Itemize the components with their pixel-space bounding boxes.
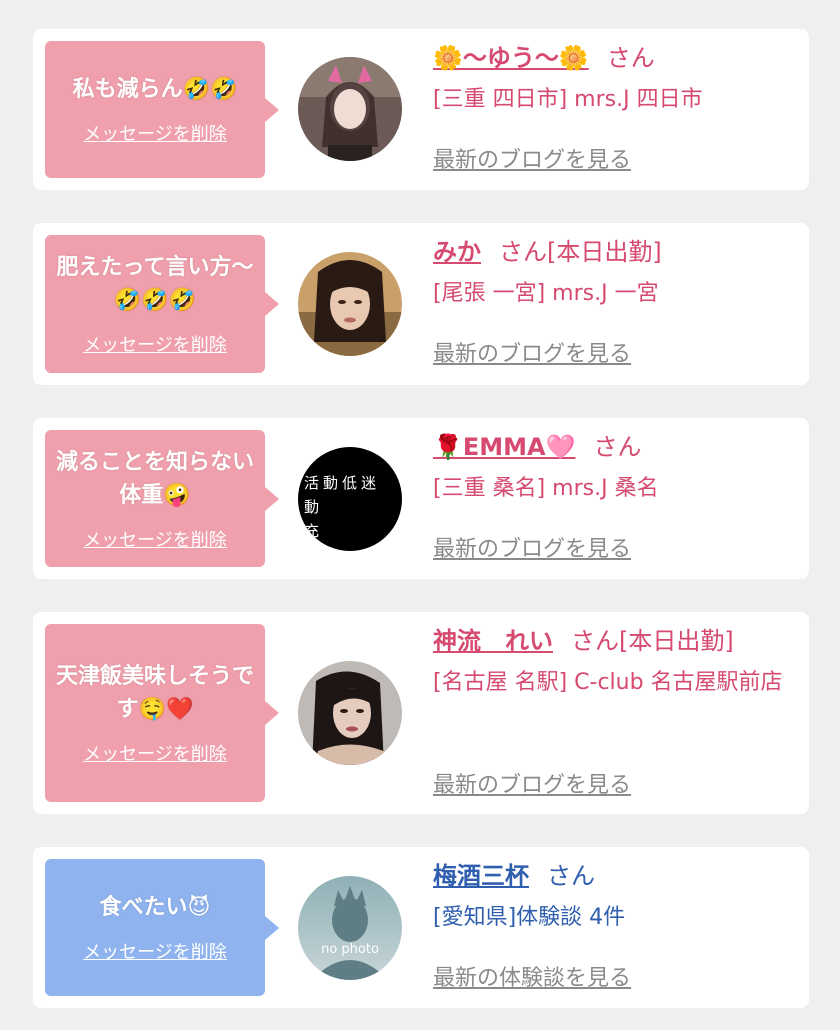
message-card: 肥えたって言い方〜🤣🤣🤣 メッセージを削除 みか さん[本日出勤] [尾張 一宮]… [33,223,809,385]
member-area: [三重 桑名] mrs.J 桑名 [433,476,659,501]
member-name-link[interactable]: 🌹EMMA🩷 [433,433,576,461]
message-bubble: 肥えたって言い方〜🤣🤣🤣 メッセージを削除 [45,235,279,373]
avatar[interactable]: 活動低迷 動 充 電中。 [298,447,402,551]
message-card: 天津飯美味しそうです🤤❤️ メッセージを削除 神流 れい さん[本日出勤] [名古… [33,612,809,814]
avatar[interactable] [298,57,402,161]
member-info: 梅酒三杯 さん [愛知県]体験談 4件 最新の体験談を見る [433,859,793,991]
member-suffix: さん[本日出勤] [499,238,662,266]
delete-message-button[interactable]: メッセージを削除 [83,938,227,964]
member-suffix: さん [606,44,655,72]
message-text: 天津飯美味しそうです🤤❤️ [55,664,254,722]
member-name-link[interactable]: 神流 れい [433,627,553,655]
latest-blog-link[interactable]: 最新のブログを見る [433,531,631,563]
delete-message-button[interactable]: メッセージを削除 [83,331,227,357]
member-info: 🌼〜ゆう〜🌼 さん [三重 四日市] mrs.J 四日市 最新のブログを見る [433,41,793,173]
member-suffix: さん [547,862,595,890]
member-info: 🌹EMMA🩷 さん [三重 桑名] mrs.J 桑名 最新のブログを見る [433,430,793,562]
delete-message-button[interactable]: メッセージを削除 [83,740,227,766]
latest-blog-link[interactable]: 最新のブログを見る [433,142,631,174]
message-bubble: 減ることを知らない体重🤪 メッセージを削除 [45,430,279,567]
member-name-link[interactable]: 🌼〜ゆう〜🌼 [433,44,589,72]
avatar[interactable]: no photo [298,876,402,980]
message-text: 肥えたって言い方〜🤣🤣🤣 [56,255,254,313]
member-name-link[interactable]: みか [433,238,481,266]
member-area: [愛知県]体験談 4件 [433,905,626,930]
message-bubble: 天津飯美味しそうです🤤❤️ メッセージを削除 [45,624,279,802]
member-area: [三重 四日市] mrs.J 四日市 [433,87,703,112]
latest-blog-link[interactable]: 最新のブログを見る [433,767,631,799]
avatar[interactable] [298,252,402,356]
message-text: 食べたい😈 [99,895,211,920]
avatar-text: 活動低迷 [304,474,381,492]
avatar[interactable] [298,661,402,765]
avatar-text: no photo [321,942,379,957]
member-suffix: さん[本日出勤] [571,627,734,655]
message-card: 食べたい😈 メッセージを削除 no photo 梅酒三杯 さん [愛知県]体験談… [33,847,809,1008]
member-area: [名古屋 名駅] C-club 名古屋駅前店 [433,670,783,695]
message-text: 私も減らん🤣🤣 [72,77,238,102]
avatar-text: 電中。 [304,543,380,551]
avatar-text: 動 [304,498,324,516]
message-list: 私も減らん🤣🤣 メッセージを削除 🌼〜ゆう〜🌼 さん [三重 四日市] mrs.J… [0,0,840,1030]
member-suffix: さん [593,433,642,461]
delete-message-button[interactable]: メッセージを削除 [83,120,227,146]
latest-blog-link[interactable]: 最新のブログを見る [433,336,631,368]
latest-review-link[interactable]: 最新の体験談を見る [433,960,631,992]
member-info: みか さん[本日出勤] [尾張 一宮] mrs.J 一宮 最新のブログを見る [433,235,793,367]
member-name-link[interactable]: 梅酒三杯 [433,862,529,890]
member-info: 神流 れい さん[本日出勤] [名古屋 名駅] C-club 名古屋駅前店 最新の… [433,624,793,798]
message-card: 私も減らん🤣🤣 メッセージを削除 🌼〜ゆう〜🌼 さん [三重 四日市] mrs.J… [33,29,809,190]
avatar-text: 充 [304,522,324,540]
message-card: 減ることを知らない体重🤪 メッセージを削除 活動低迷 動 充 電中。 🌹EMMA… [33,418,809,579]
member-area: [尾張 一宮] mrs.J 一宮 [433,281,659,306]
message-bubble: 食べたい😈 メッセージを削除 [45,859,279,996]
delete-message-button[interactable]: メッセージを削除 [83,526,227,552]
message-text: 減ることを知らない体重🤪 [55,449,254,508]
message-bubble: 私も減らん🤣🤣 メッセージを削除 [45,41,279,178]
